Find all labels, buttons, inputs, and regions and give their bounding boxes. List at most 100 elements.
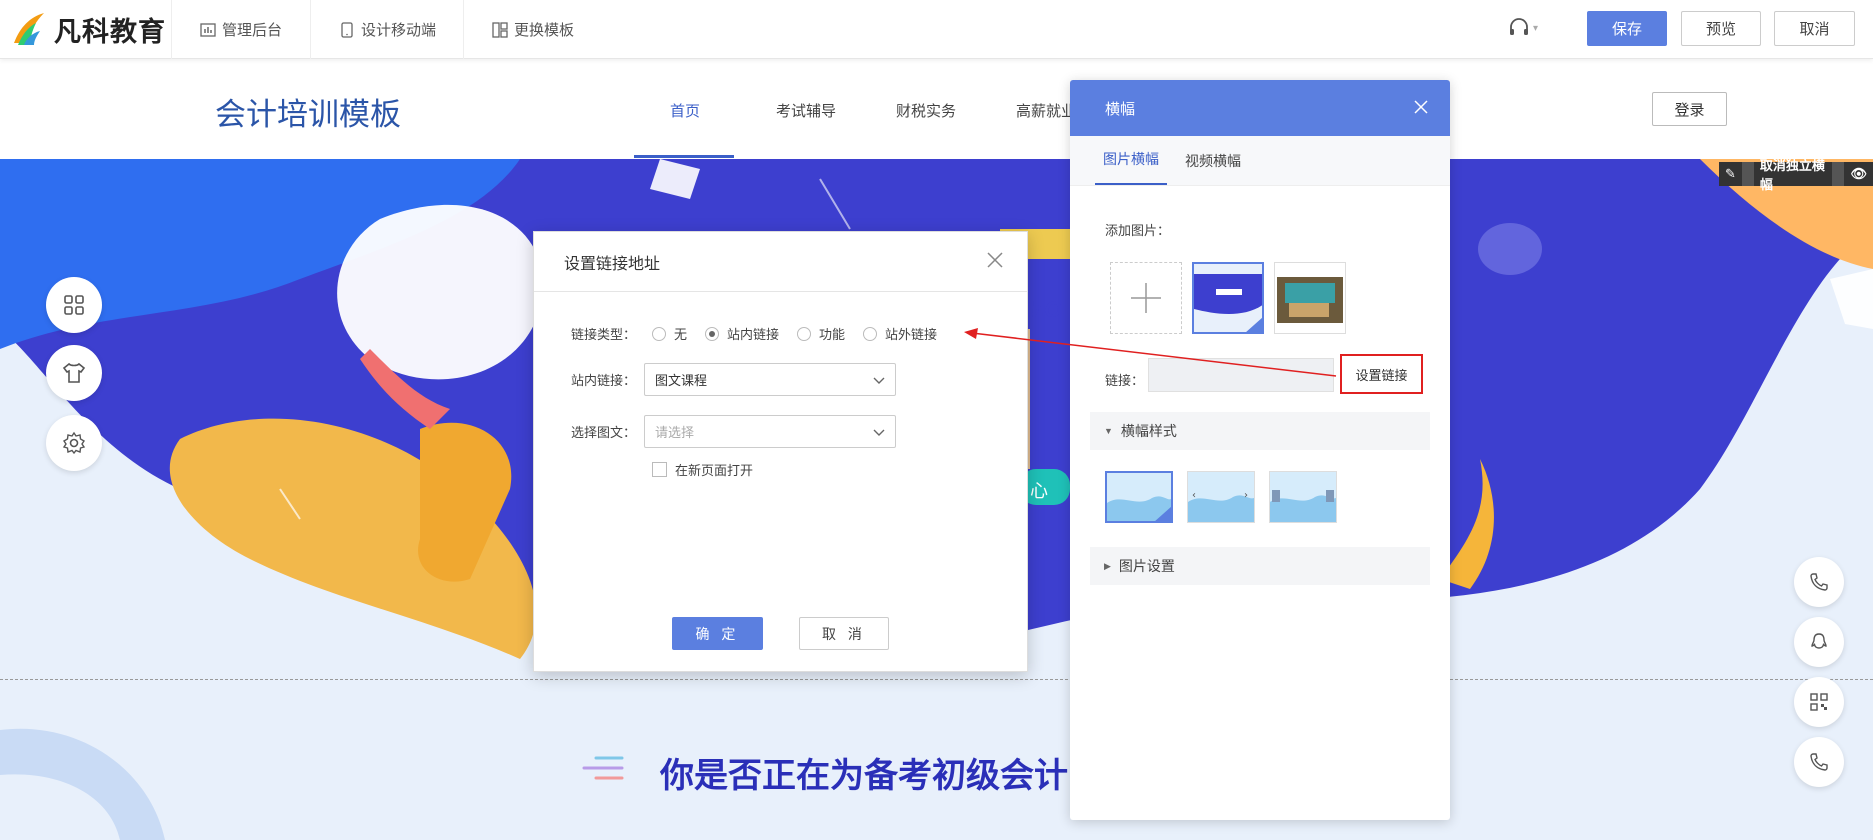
site-link-row: 站内链接： 图文课程 bbox=[534, 363, 896, 396]
nav-item-exam-tutoring[interactable]: 考试辅导 bbox=[776, 100, 836, 121]
qrcode-button[interactable] bbox=[1794, 677, 1844, 727]
banner-style-section[interactable]: ▼ 横幅样式 bbox=[1090, 412, 1430, 450]
editor-topbar: 凡科教育 管理后台 设计移动端 更换模板 ▾ 保存 预览 取消 bbox=[0, 0, 1873, 59]
qrcode-icon bbox=[1810, 693, 1828, 711]
open-new-page-checkbox[interactable] bbox=[652, 462, 667, 477]
gear-icon bbox=[62, 431, 86, 455]
design-mobile-label: 设计移动端 bbox=[361, 22, 437, 39]
change-template-label: 更换模板 bbox=[514, 22, 575, 39]
modules-tool-button[interactable] bbox=[46, 277, 102, 333]
dialog-cancel-button[interactable]: 取 消 bbox=[799, 617, 889, 650]
save-button[interactable]: 保存 bbox=[1587, 11, 1667, 46]
tab-image-banner[interactable]: 图片横幅 bbox=[1095, 149, 1167, 185]
tab-video-banner[interactable]: 视频横幅 bbox=[1177, 151, 1249, 185]
close-icon[interactable] bbox=[1414, 100, 1428, 114]
radio-function-label: 功能 bbox=[819, 327, 846, 342]
toolbar-divider bbox=[1832, 162, 1845, 186]
radio-circle[interactable] bbox=[652, 326, 666, 341]
set-link-dialog: 设置链接地址 链接类型： 无 站内链接 功能 站外链接 站内链接： 图文课程 选… bbox=[533, 231, 1028, 672]
site-link-select-value: 图文课程 bbox=[655, 373, 708, 388]
nav-active-underline bbox=[634, 155, 734, 158]
shirt-icon bbox=[62, 362, 86, 383]
banner-style-option-2[interactable]: ‹ › bbox=[1187, 471, 1255, 523]
radio-site-link[interactable]: 站内链接 bbox=[705, 324, 779, 343]
chevron-down-icon: ▾ bbox=[1533, 22, 1539, 34]
link-type-label: 链接类型： bbox=[570, 327, 636, 342]
banner-style-option-1[interactable] bbox=[1105, 471, 1173, 523]
site-link-select[interactable]: 图文课程 bbox=[644, 363, 896, 396]
section-headline[interactable]: 你是否正在为备考初级会计 bbox=[660, 748, 1068, 797]
design-mobile-link[interactable]: 设计移动端 bbox=[310, 0, 464, 59]
select-article-row: 选择图文： 请选择 bbox=[534, 415, 896, 448]
select-article-label: 选择图文： bbox=[570, 425, 636, 440]
nav-item-home[interactable]: 首页 bbox=[670, 100, 700, 121]
dialog-title: 设置链接地址 bbox=[534, 232, 1027, 292]
panel-tabs: 图片横幅 视频横幅 bbox=[1070, 136, 1450, 186]
caret-down-icon: ▼ bbox=[1104, 426, 1113, 436]
radio-none[interactable]: 无 bbox=[652, 324, 687, 343]
brand-name: 凡科教育 bbox=[54, 16, 166, 47]
radio-circle[interactable] bbox=[863, 326, 878, 341]
banner-text-fragment-heart: 心 bbox=[1030, 481, 1048, 501]
caret-right-icon: ▶ bbox=[1104, 560, 1111, 571]
section-divider bbox=[0, 679, 1873, 680]
cancel-button[interactable]: 取消 bbox=[1774, 11, 1855, 46]
nav-item-tax-practice[interactable]: 财税实务 bbox=[896, 100, 956, 121]
mobile-icon bbox=[341, 21, 353, 38]
radio-circle[interactable] bbox=[797, 326, 812, 341]
close-icon[interactable] bbox=[985, 250, 1005, 270]
open-new-page-row[interactable]: 在新页面打开 bbox=[652, 460, 753, 479]
site-header: 会计培训模板 首页 考试辅导 财税实务 高薪就业 登录 bbox=[0, 59, 1873, 159]
dialog-confirm-button[interactable]: 确 定 bbox=[672, 617, 763, 650]
style-preview-image: ‹ › bbox=[1188, 472, 1254, 522]
radio-none-label: 无 bbox=[674, 327, 688, 342]
change-template-link[interactable]: 更换模板 bbox=[463, 0, 602, 59]
eye-icon[interactable]: 👁 bbox=[1844, 166, 1873, 182]
nav-item-employment[interactable]: 高薪就业 bbox=[1016, 100, 1076, 121]
radio-function[interactable]: 功能 bbox=[797, 324, 845, 343]
chart-icon bbox=[200, 22, 216, 37]
phone-contact-button-2[interactable] bbox=[1794, 737, 1844, 787]
link-type-row: 链接类型： 无 站内链接 功能 站外链接 bbox=[534, 324, 955, 343]
radio-site-link-label: 站内链接 bbox=[727, 327, 780, 342]
annotation-arrow bbox=[964, 328, 1337, 377]
brand-logo[interactable]: 凡科教育 bbox=[10, 8, 166, 50]
chevron-down-icon bbox=[873, 429, 885, 436]
phone-icon bbox=[1810, 753, 1828, 771]
add-image-label: 添加图片： bbox=[1105, 223, 1171, 238]
phone-icon bbox=[1810, 573, 1828, 591]
site-link-label: 站内链接： bbox=[570, 373, 636, 388]
login-button[interactable]: 登录 bbox=[1652, 92, 1727, 126]
settings-tool-button[interactable] bbox=[46, 415, 102, 471]
radio-circle-selected[interactable] bbox=[705, 326, 720, 341]
banner-style-label: 横幅样式 bbox=[1120, 423, 1177, 439]
qq-icon bbox=[1811, 633, 1827, 649]
banner-settings-panel: 横幅 图片横幅 视频横幅 添加图片： 链接： 设置链接 ▼ 横幅样式 ‹ › ▶ … bbox=[1070, 80, 1450, 820]
panel-header: 横幅 bbox=[1070, 80, 1450, 136]
banner-style-option-3[interactable] bbox=[1269, 471, 1337, 523]
chevron-down-icon bbox=[873, 377, 885, 384]
image-settings-section[interactable]: ▶ 图片设置 bbox=[1090, 547, 1430, 585]
pencil-icon[interactable]: ✎ bbox=[1719, 166, 1742, 182]
customer-service-menu[interactable]: ▾ bbox=[1508, 17, 1538, 39]
template-icon bbox=[492, 21, 508, 38]
admin-backend-link[interactable]: 管理后台 bbox=[171, 0, 310, 59]
banner-toolbar: ✎ 取消独立横幅 👁 bbox=[1719, 158, 1873, 192]
style-preview-image bbox=[1270, 472, 1336, 522]
headset-icon bbox=[1510, 18, 1528, 35]
style-preview-image bbox=[1107, 473, 1171, 521]
preview-button[interactable]: 预览 bbox=[1681, 11, 1761, 46]
svg-text:‹: ‹ bbox=[1192, 490, 1196, 501]
site-title[interactable]: 会计培训模板 bbox=[215, 89, 401, 134]
cancel-independent-banner-button[interactable]: 取消独立横幅 bbox=[1754, 155, 1833, 193]
radio-external-link[interactable]: 站外链接 bbox=[863, 324, 937, 343]
select-article-select[interactable]: 请选择 bbox=[644, 415, 896, 448]
set-link-button[interactable]: 设置链接 bbox=[1340, 354, 1423, 394]
admin-backend-label: 管理后台 bbox=[222, 22, 283, 39]
qq-contact-button[interactable] bbox=[1794, 617, 1844, 667]
decorative-lines-icon bbox=[582, 756, 624, 780]
theme-tool-button[interactable] bbox=[46, 345, 102, 401]
decorative-arc bbox=[0, 728, 165, 840]
brand-logo-icon bbox=[14, 13, 44, 45]
phone-contact-button[interactable] bbox=[1794, 557, 1844, 607]
